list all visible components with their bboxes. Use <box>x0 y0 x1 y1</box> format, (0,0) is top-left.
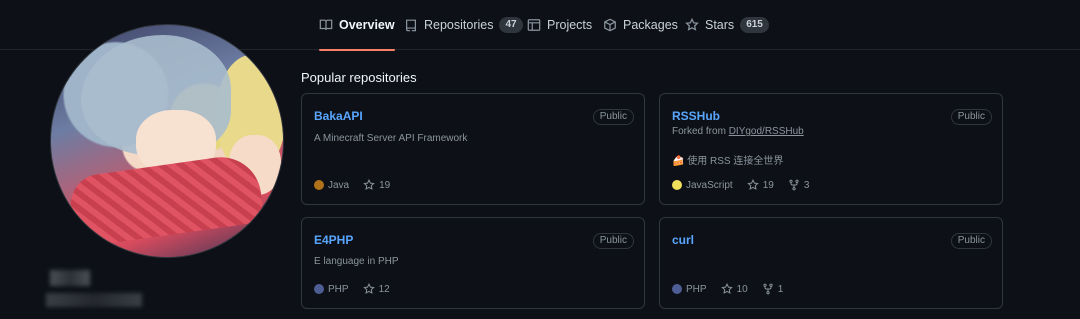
tab-stars-label: Stars <box>705 18 735 32</box>
blurred-username <box>46 293 142 307</box>
star-icon <box>362 283 375 294</box>
avatar[interactable] <box>50 24 284 258</box>
repo-language: PHP <box>672 284 707 295</box>
repo-stars-link[interactable]: 19 <box>746 179 774 191</box>
repo-forks-link[interactable]: 1 <box>762 283 784 295</box>
tab-packages-label: Packages <box>623 18 678 32</box>
tab-stars[interactable]: Stars 615 <box>685 0 769 50</box>
star-icon <box>746 179 759 190</box>
forked-from-link[interactable]: DIYgod/RSSHub <box>729 126 804 137</box>
section-title: Popular repositories <box>301 70 417 85</box>
repo-language: JavaScript <box>672 180 733 191</box>
repo-card: curl Public PHP 10 1 <box>659 217 1003 309</box>
star-icon <box>720 283 733 294</box>
language-label: Java <box>328 179 350 191</box>
tab-overview-label: Overview <box>339 18 395 32</box>
stars-count-badge: 615 <box>740 17 769 33</box>
repo-name-link[interactable]: curl <box>672 233 694 247</box>
star-count: 19 <box>762 179 774 191</box>
fork-count: 1 <box>777 283 784 295</box>
forked-from-text: Forked from DIYgod/RSSHub <box>672 126 804 137</box>
visibility-badge: Public <box>950 233 992 249</box>
fork-icon <box>763 283 773 295</box>
repo-meta: JavaScript 19 3 <box>672 179 809 191</box>
repo-card: BakaAPI Public A Minecraft Server API Fr… <box>301 93 645 205</box>
visibility-badge: Public <box>950 109 992 125</box>
language-color-dot <box>672 284 682 294</box>
repo-name-link[interactable]: BakaAPI <box>314 109 363 123</box>
repo-stars-link[interactable]: 10 <box>720 283 748 295</box>
tab-overview[interactable]: Overview <box>319 0 395 51</box>
language-label: PHP <box>686 283 707 295</box>
star-count: 12 <box>378 283 390 295</box>
visibility-badge: Public <box>592 109 634 125</box>
fork-count: 3 <box>803 179 810 191</box>
repo-meta: Java 19 <box>314 179 390 191</box>
repo-stars-link[interactable]: 12 <box>362 283 390 295</box>
language-label: JavaScript <box>686 179 733 191</box>
table-icon <box>527 19 541 31</box>
repo-name-link[interactable]: E4PHP <box>314 233 353 247</box>
visibility-badge: Public <box>592 233 634 249</box>
fork-icon <box>789 179 799 191</box>
repo-description: 🍰 使用 RSS 连接全世界 <box>672 156 784 167</box>
repo-language: PHP <box>314 284 349 295</box>
tab-packages[interactable]: Packages <box>603 0 678 50</box>
repo-description: E language in PHP <box>314 256 399 267</box>
language-label: PHP <box>328 283 349 295</box>
repositories-count-badge: 47 <box>499 17 523 33</box>
repo-stars-link[interactable]: 19 <box>363 179 390 191</box>
repo-name-link[interactable]: RSSHub <box>672 109 720 123</box>
book-icon <box>319 19 333 30</box>
repo-language: Java <box>314 180 349 191</box>
star-icon <box>685 18 699 31</box>
forked-from-prefix: Forked from <box>672 126 726 137</box>
repo-icon <box>406 19 416 32</box>
language-color-dot <box>672 180 682 190</box>
tab-repositories-label: Repositories <box>424 18 494 32</box>
repo-meta: PHP 10 1 <box>672 283 783 295</box>
repo-forks-link[interactable]: 3 <box>788 179 810 191</box>
language-color-dot <box>314 180 324 190</box>
tab-projects-label: Projects <box>547 18 593 32</box>
star-count: 19 <box>379 179 391 191</box>
avatar-art <box>67 152 265 248</box>
star-count: 10 <box>736 283 748 295</box>
repo-description: A Minecraft Server API Framework <box>314 133 468 144</box>
repo-card: RSSHub Public Forked from DIYgod/RSSHub … <box>659 93 1003 205</box>
blurred-display-name <box>50 270 90 286</box>
star-icon <box>363 179 375 190</box>
tab-projects[interactable]: Projects <box>527 0 592 50</box>
package-icon <box>604 18 616 32</box>
tab-repositories[interactable]: Repositories 47 <box>404 0 523 50</box>
repo-meta: PHP 12 <box>314 283 390 295</box>
repo-card: E4PHP Public E language in PHP PHP 12 <box>301 217 645 309</box>
language-color-dot <box>314 284 324 294</box>
